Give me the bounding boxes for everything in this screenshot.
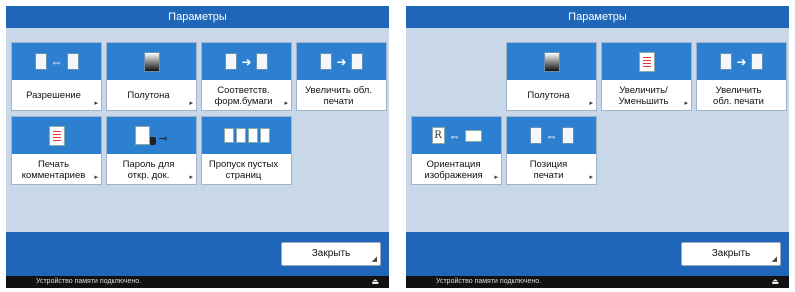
- enlarge-area-icon: ➜: [697, 43, 786, 80]
- orientation-icon: R ⇔: [412, 117, 501, 154]
- eject-icon[interactable]: ⏏: [371, 276, 379, 288]
- tile-label: Увеличить обл. печати: [713, 84, 764, 107]
- zoom-button[interactable]: Увеличить/ Уменьшить ▸: [601, 42, 692, 111]
- status-text: Устройство памяти подключено.: [36, 278, 142, 285]
- tile-label: Позиция печати: [529, 158, 568, 181]
- enlarge-print-area-button[interactable]: ➜ Увеличить обл. печати: [696, 42, 787, 111]
- bottom-bar: Закрыть ◢: [406, 232, 789, 276]
- status-bar: Устройство памяти подключено. ⏏: [406, 276, 789, 288]
- tile-label: Пропуск пустых страниц: [208, 158, 279, 181]
- zoom-icon: [602, 43, 691, 80]
- halftone-icon: [107, 43, 196, 80]
- tile-label: Разрешение: [26, 90, 81, 101]
- image-orientation-button[interactable]: R ⇔ Ориентация изображения ▸: [411, 116, 502, 185]
- panel-title: Параметры: [406, 6, 789, 28]
- panel-title: Параметры: [6, 6, 389, 28]
- resolution-button[interactable]: ⇔ Разрешение ▸: [11, 42, 102, 111]
- paper-match-icon: ➜: [202, 43, 291, 80]
- print-position-button[interactable]: ⇔ Позиция печати ▸: [506, 116, 597, 185]
- chevron-icon: ▸: [589, 174, 593, 181]
- tile-label: Пароль для откр. док.: [122, 158, 175, 181]
- eject-icon[interactable]: ⏏: [771, 276, 779, 288]
- bottom-bar: Закрыть ◢: [6, 232, 389, 276]
- comment-print-button[interactable]: Печать комментариев ▸: [11, 116, 102, 185]
- halftone-button[interactable]: Полутона ▸: [106, 42, 197, 111]
- chevron-icon: ▸: [94, 100, 98, 107]
- close-label: Закрыть: [311, 248, 351, 259]
- chevron-icon: ▸: [684, 100, 688, 107]
- status-bar: Устройство памяти подключено. ⏏: [6, 276, 389, 288]
- print-position-icon: ⇔: [507, 117, 596, 154]
- enlarge-area-icon: ➜: [297, 43, 386, 80]
- chevron-icon: ▸: [284, 100, 288, 107]
- tile-label: Увеличить/ Уменьшить: [618, 84, 669, 107]
- skip-blank-icon: [202, 117, 291, 154]
- close-label: Закрыть: [711, 248, 751, 259]
- halftone-icon: [507, 43, 596, 80]
- chevron-icon: ▸: [94, 174, 98, 181]
- tile-label: Печать комментариев: [21, 158, 86, 181]
- close-button[interactable]: Закрыть ◢: [281, 242, 381, 266]
- paper-match-button[interactable]: ➜ Соответств. форм.бумаги ▸: [201, 42, 292, 111]
- halftone-button[interactable]: Полутона ▸: [506, 42, 597, 111]
- corner-icon: ◢: [371, 256, 377, 263]
- corner-icon: ◢: [771, 256, 777, 263]
- status-text: Устройство памяти подключено.: [436, 278, 542, 285]
- tile-label: Полутона: [527, 90, 570, 101]
- settings-panel-right: Параметры Полутона ▸ Увеличить/ Уменьшит…: [406, 6, 789, 288]
- resolution-icon: ⇔: [12, 43, 101, 80]
- close-button[interactable]: Закрыть ◢: [681, 242, 781, 266]
- chevron-icon: ▸: [494, 174, 498, 181]
- skip-blank-pages-button[interactable]: Пропуск пустых страниц: [201, 116, 292, 185]
- tile-label: Ориентация изображения: [424, 158, 483, 181]
- tile-label: Соответств. форм.бумаги: [214, 84, 273, 107]
- settings-panel-left: Параметры ⇔ Разрешение ▸ Полутона ▸ ➜ Со…: [6, 6, 389, 288]
- tile-label: Увеличить обл. печати: [305, 84, 372, 107]
- chevron-icon: ▸: [189, 100, 193, 107]
- password-lock-icon: ⊸: [107, 117, 196, 154]
- comment-print-icon: [12, 117, 101, 154]
- chevron-icon: ▸: [189, 174, 193, 181]
- chevron-icon: ▸: [589, 100, 593, 107]
- document-password-button[interactable]: ⊸ Пароль для откр. док. ▸: [106, 116, 197, 185]
- enlarge-print-area-button[interactable]: ➜ Увеличить обл. печати: [296, 42, 387, 111]
- tile-label: Полутона: [127, 90, 170, 101]
